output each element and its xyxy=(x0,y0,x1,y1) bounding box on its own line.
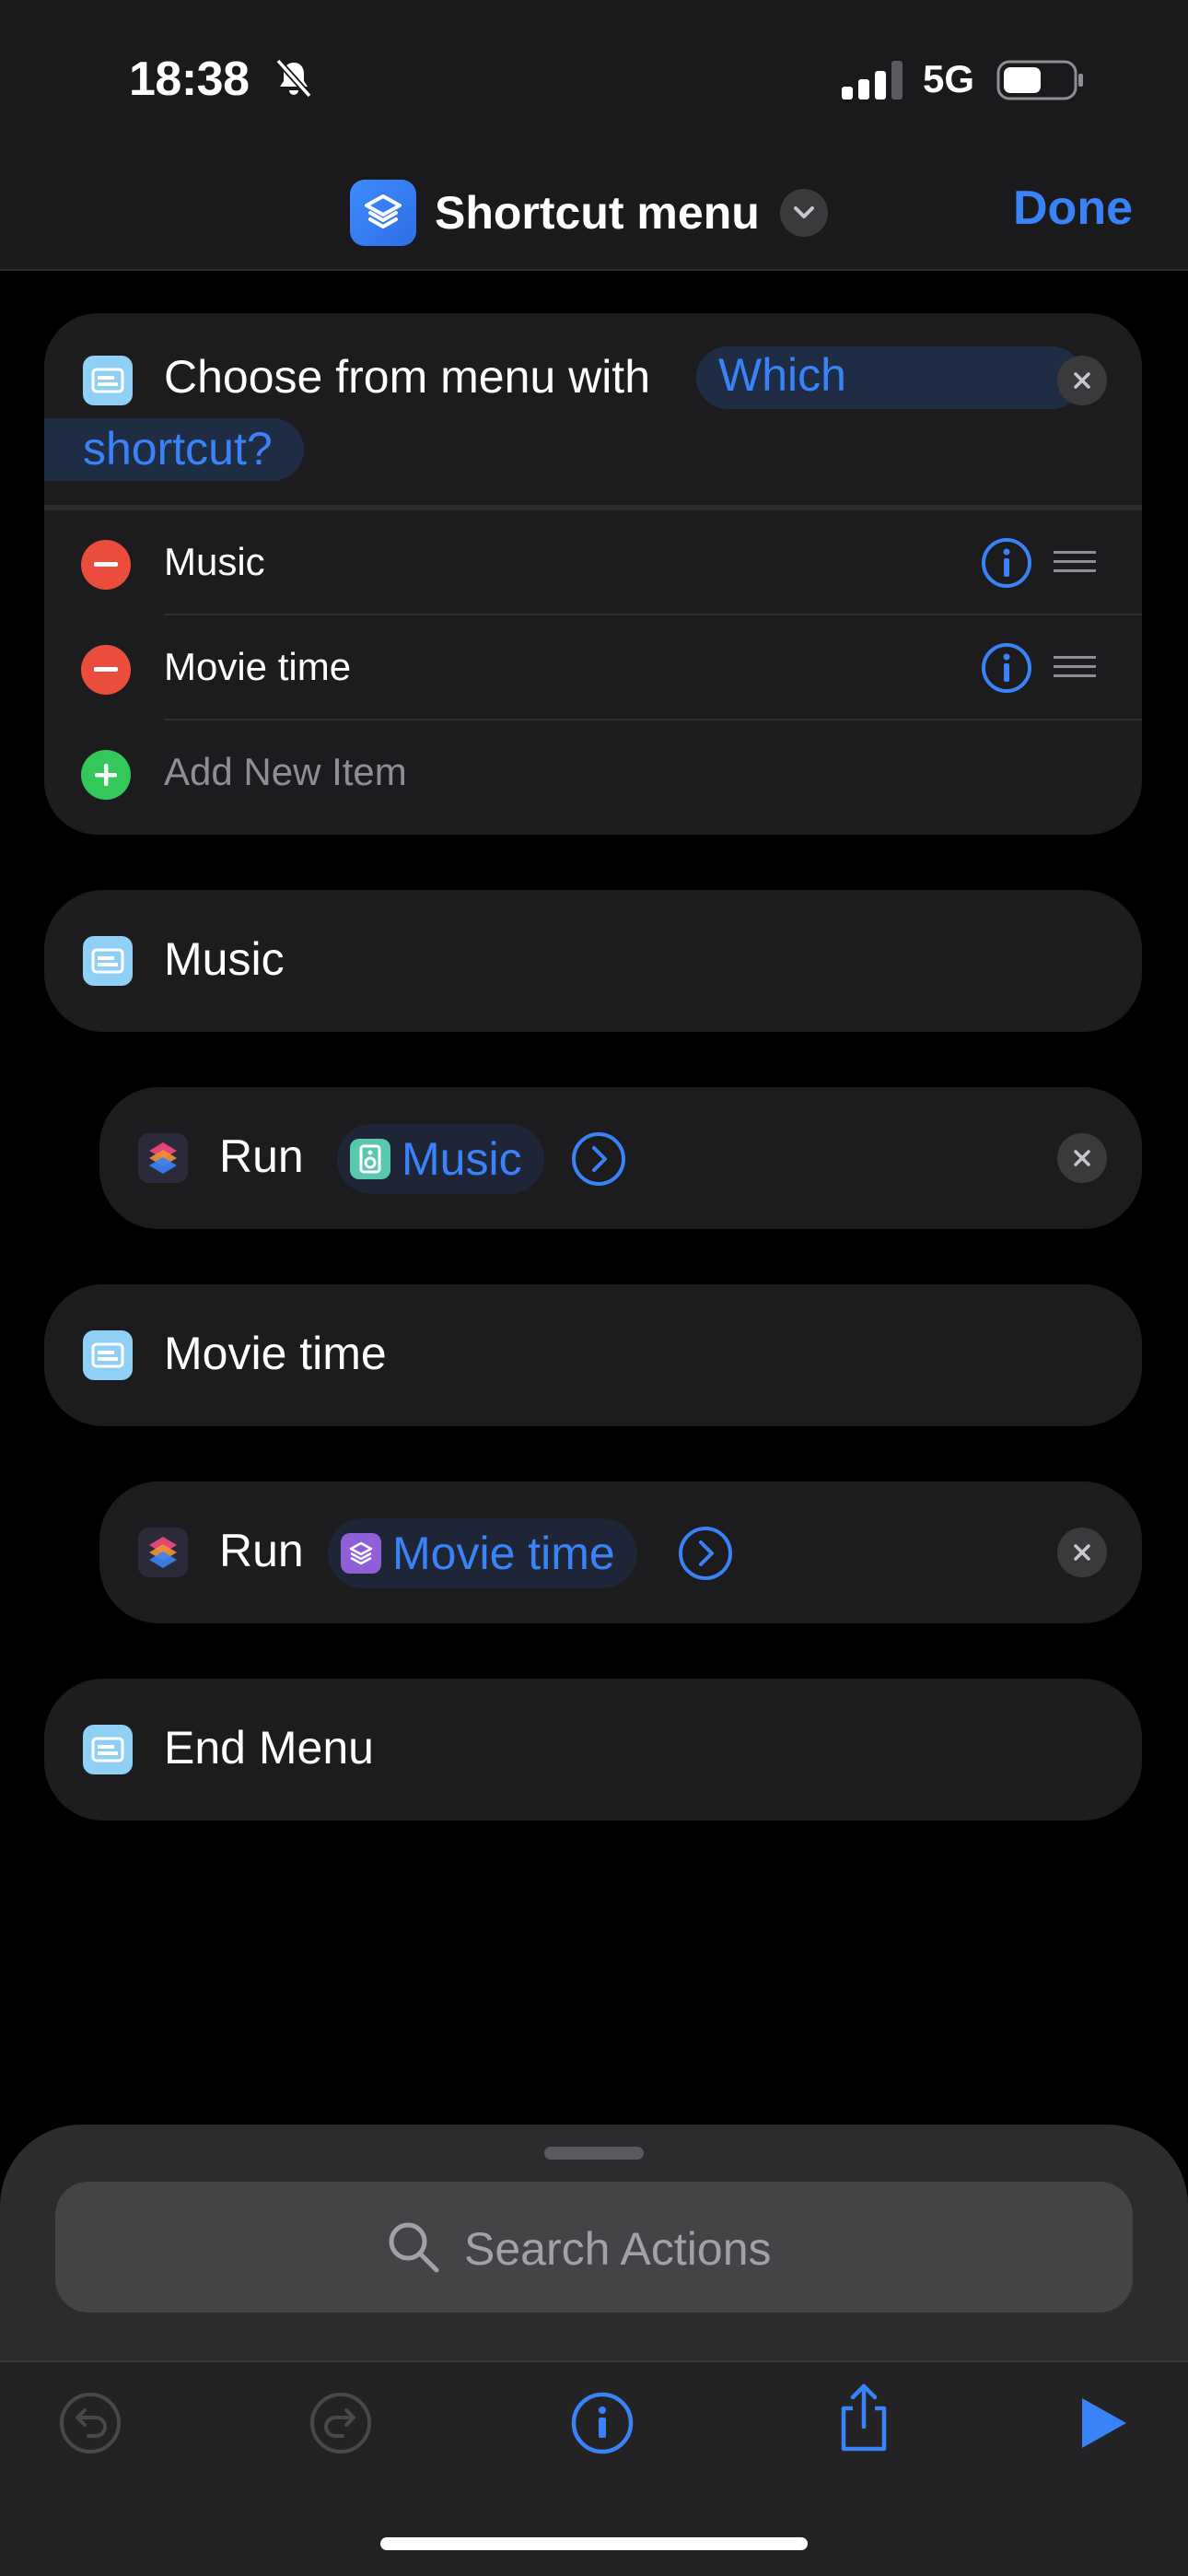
shortcuts-run-icon xyxy=(138,1528,188,1577)
chevron-down-icon[interactable] xyxy=(779,189,828,237)
minus-icon[interactable] xyxy=(81,645,131,695)
close-icon[interactable] xyxy=(1057,1133,1107,1183)
info-icon[interactable] xyxy=(980,641,1033,695)
menu-prompt-token-cont[interactable]: shortcut? xyxy=(44,418,304,481)
search-placeholder: Search Actions xyxy=(464,2223,772,2275)
bell-slash-icon xyxy=(275,58,312,99)
menu-prompt-token[interactable]: Which xyxy=(696,346,1083,409)
shortcuts-app-icon xyxy=(350,180,416,246)
drag-handle-icon[interactable] xyxy=(1054,549,1096,575)
choose-from-menu-action[interactable]: Choose from menu with Which shortcut? Mu… xyxy=(44,313,1142,835)
redo-icon xyxy=(310,2393,371,2453)
menu-item-row[interactable]: Music xyxy=(44,510,1142,615)
drag-handle-icon[interactable] xyxy=(1054,654,1096,680)
shortcut-name: Music xyxy=(402,1133,522,1185)
menu-case-music[interactable]: Music xyxy=(44,890,1142,1032)
menu-item-label[interactable]: Music xyxy=(164,540,265,584)
shortcut-token-movie-time[interactable]: Movie time xyxy=(328,1518,637,1588)
sheet-grabber[interactable] xyxy=(544,2147,644,2160)
menu-item-row[interactable]: Movie time xyxy=(44,615,1142,720)
search-actions-field[interactable]: Search Actions xyxy=(55,2182,1133,2313)
case-label: Movie time xyxy=(164,1328,387,1379)
case-label: Music xyxy=(164,933,285,985)
music-speaker-icon xyxy=(350,1139,390,1179)
network-label: 5G xyxy=(923,57,975,100)
run-label: Run xyxy=(219,1525,304,1576)
menu-action-icon xyxy=(83,1725,133,1774)
chevron-right-circle-icon[interactable] xyxy=(571,1131,626,1187)
home-indicator xyxy=(380,2537,808,2550)
search-icon xyxy=(389,2222,439,2273)
run-label: Run xyxy=(219,1130,304,1182)
nav-bar: Shortcut menu Done xyxy=(0,157,1188,271)
undo-icon xyxy=(60,2393,121,2453)
menu-action-icon xyxy=(83,356,133,405)
end-menu-label: End Menu xyxy=(164,1722,374,1774)
layers-icon xyxy=(341,1533,381,1574)
end-menu-action[interactable]: End Menu xyxy=(44,1679,1142,1821)
close-icon[interactable] xyxy=(1057,1528,1107,1577)
menu-action-icon xyxy=(83,936,133,986)
info-icon[interactable] xyxy=(980,536,1033,590)
status-bar: 18:38 5G xyxy=(0,0,1188,157)
add-new-item-label[interactable]: Add New Item xyxy=(164,750,407,794)
done-button[interactable]: Done xyxy=(1013,181,1133,236)
menu-case-movie-time[interactable]: Movie time xyxy=(44,1284,1142,1426)
plus-icon[interactable] xyxy=(81,750,131,800)
undo-button[interactable] xyxy=(53,2386,127,2460)
status-time: 18:38 xyxy=(129,53,250,106)
chevron-right-circle-icon[interactable] xyxy=(678,1526,733,1581)
minus-icon[interactable] xyxy=(81,540,131,590)
actions-sheet: Search Actions xyxy=(0,2125,1188,2576)
signal-icon xyxy=(842,61,903,100)
menu-item-label[interactable]: Movie time xyxy=(164,645,351,689)
shortcut-title-menu[interactable]: Shortcut menu xyxy=(350,175,828,251)
add-new-item-button[interactable]: Add New Item xyxy=(44,720,1142,825)
run-shortcut-action[interactable]: Run Movie time xyxy=(99,1481,1142,1623)
shortcut-name: Movie time xyxy=(392,1528,615,1579)
page-title: Shortcut menu xyxy=(435,187,760,239)
close-icon[interactable] xyxy=(1057,356,1107,405)
share-button[interactable] xyxy=(827,2381,901,2454)
info-button[interactable] xyxy=(565,2386,639,2460)
shortcut-token-music[interactable]: Music xyxy=(337,1124,544,1194)
info-icon xyxy=(571,2392,634,2454)
shortcuts-run-icon xyxy=(138,1133,188,1183)
menu-action-prefix: Choose from menu with xyxy=(164,351,651,403)
redo-button[interactable] xyxy=(304,2386,378,2460)
share-icon xyxy=(841,2383,887,2452)
run-shortcut-action[interactable]: Run Music xyxy=(99,1087,1142,1229)
play-button[interactable] xyxy=(1065,2386,1138,2460)
menu-action-icon xyxy=(83,1330,133,1380)
play-icon xyxy=(1082,2398,1126,2448)
battery-icon xyxy=(996,60,1083,100)
